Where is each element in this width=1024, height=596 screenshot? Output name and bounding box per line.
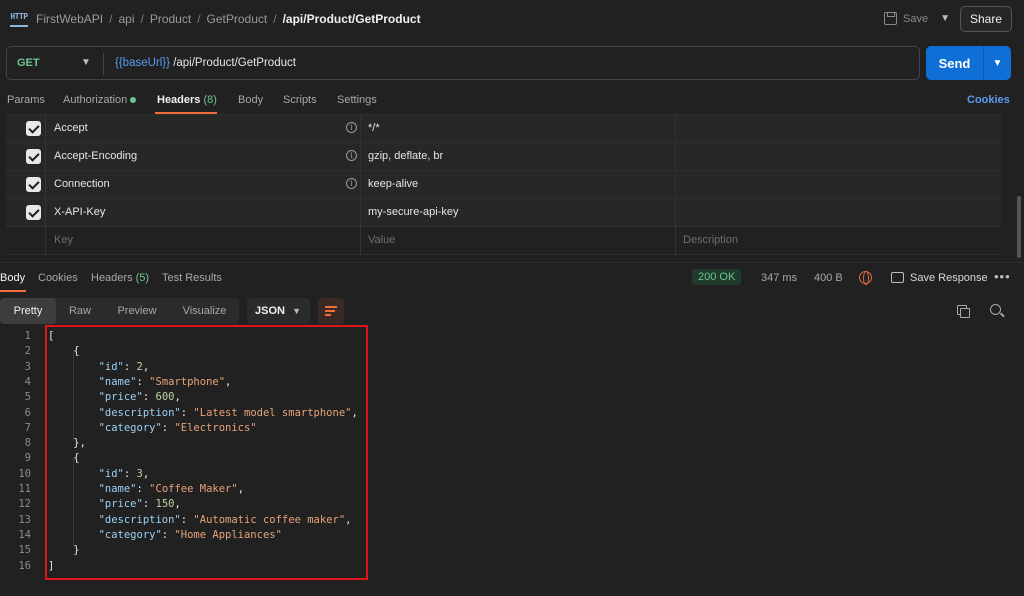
cookies-link[interactable]: Cookies bbox=[967, 94, 1010, 106]
wrap-lines-button[interactable] bbox=[318, 298, 344, 324]
header-key[interactable]: Accept-Encoding bbox=[54, 150, 137, 162]
breadcrumb-folder-getproduct[interactable]: GetProduct bbox=[207, 12, 268, 26]
save-response-icon bbox=[891, 272, 904, 283]
request-title[interactable]: /api/Product/GetProduct bbox=[283, 12, 421, 26]
send-options-chevron-icon[interactable]: ▼ bbox=[984, 58, 1011, 69]
tab-response-body[interactable]: Body bbox=[0, 272, 25, 284]
tab-preview[interactable]: Preview bbox=[104, 298, 170, 324]
save-button[interactable]: Save ▼ bbox=[884, 12, 950, 25]
save-icon bbox=[884, 12, 897, 25]
breadcrumb-folder-product[interactable]: Product bbox=[150, 12, 191, 26]
tab-params[interactable]: Params bbox=[7, 94, 45, 106]
table-row-new: Key Value Description bbox=[6, 227, 1001, 255]
table-row: Accept i */* bbox=[6, 115, 1001, 143]
format-tabs: Pretty Raw Preview Visualize bbox=[0, 298, 239, 324]
tab-headers-label: Headers bbox=[157, 94, 201, 106]
response-bar: Body Cookies Headers (5) Test Results 20… bbox=[0, 262, 1024, 292]
tab-authorization[interactable]: Authorization bbox=[63, 94, 137, 106]
send-button[interactable]: Send bbox=[926, 56, 983, 71]
url-divider bbox=[103, 53, 104, 75]
tab-headers-count: (8) bbox=[203, 94, 217, 106]
new-value-input[interactable]: Value bbox=[368, 234, 395, 246]
headers-table: Accept i */* Accept-Encoding i gzip, def… bbox=[6, 114, 1001, 255]
tab-settings[interactable]: Settings bbox=[337, 94, 377, 106]
more-options-icon[interactable]: ••• bbox=[994, 269, 1011, 284]
tab-response-cookies[interactable]: Cookies bbox=[38, 272, 78, 284]
tab-raw[interactable]: Raw bbox=[56, 298, 104, 324]
table-row: Accept-Encoding i gzip, deflate, br bbox=[6, 143, 1001, 171]
new-description-input[interactable]: Description bbox=[683, 234, 738, 246]
url-input[interactable]: {{baseUrl}} /api/Product/GetProduct bbox=[115, 57, 296, 69]
header-value[interactable]: gzip, deflate, br bbox=[368, 150, 443, 162]
language-select[interactable]: JSON ▼ bbox=[247, 298, 310, 324]
tab-visualize[interactable]: Visualize bbox=[170, 298, 239, 324]
search-icon[interactable] bbox=[990, 304, 1001, 315]
auth-status-dot bbox=[130, 97, 137, 104]
tab-body[interactable]: Body bbox=[238, 94, 263, 106]
info-icon[interactable]: i bbox=[346, 122, 357, 133]
header-enabled-checkbox[interactable] bbox=[26, 177, 41, 192]
chevron-down-icon: ▼ bbox=[292, 306, 301, 316]
save-response-button[interactable]: Save Response bbox=[910, 272, 988, 284]
tab-authorization-label: Authorization bbox=[63, 94, 128, 106]
request-tabs: Params Authorization Headers (8) Body Sc… bbox=[0, 90, 1024, 114]
chevron-down-icon[interactable]: ▼ bbox=[81, 57, 91, 68]
copy-icon[interactable] bbox=[957, 305, 970, 318]
header-enabled-checkbox[interactable] bbox=[26, 149, 41, 164]
method-select[interactable]: GET bbox=[17, 57, 40, 69]
breadcrumb-folder-api[interactable]: api bbox=[118, 12, 134, 26]
language-select-label: JSON bbox=[255, 305, 285, 317]
chevron-down-icon[interactable]: ▼ bbox=[940, 13, 950, 24]
top-bar: HTTP FirstWebAPI / api / Product / GetProduct /… bbox=[0, 0, 1024, 38]
wrap-lines-icon bbox=[325, 306, 337, 308]
scrollbar[interactable] bbox=[1017, 196, 1021, 258]
header-enabled-checkbox[interactable] bbox=[26, 205, 41, 220]
tab-scripts[interactable]: Scripts bbox=[283, 94, 317, 106]
header-value[interactable]: keep-alive bbox=[368, 178, 418, 190]
header-key[interactable]: Accept bbox=[54, 122, 88, 134]
tab-response-headers-count: (5) bbox=[135, 272, 150, 284]
breadcrumb-collection[interactable]: FirstWebAPI bbox=[36, 12, 103, 26]
header-value[interactable]: my-secure-api-key bbox=[368, 206, 458, 218]
header-enabled-checkbox[interactable] bbox=[26, 121, 41, 136]
table-row: X-API-Key my-secure-api-key bbox=[6, 199, 1001, 227]
header-key[interactable]: Connection bbox=[54, 178, 110, 190]
status-badge[interactable]: 200 OK bbox=[692, 269, 742, 285]
highlight-annotation-box bbox=[45, 325, 368, 580]
response-time[interactable]: 347 ms bbox=[761, 272, 797, 284]
new-key-input[interactable]: Key bbox=[54, 234, 73, 246]
response-size[interactable]: 400 B bbox=[814, 272, 843, 284]
url-bar: GET ▼ {{baseUrl}} /api/Product/GetProduc… bbox=[6, 46, 920, 80]
tab-pretty[interactable]: Pretty bbox=[0, 298, 56, 324]
tab-response-headers-label: Headers bbox=[91, 272, 133, 284]
tab-test-results[interactable]: Test Results bbox=[162, 272, 222, 284]
info-icon[interactable]: i bbox=[346, 178, 357, 189]
table-row: Connection i keep-alive bbox=[6, 171, 1001, 199]
breadcrumb: FirstWebAPI / api / Product / GetProduct //api/… bbox=[36, 12, 421, 26]
url-path: /api/Product/GetProduct bbox=[170, 57, 296, 69]
url-variable: {{baseUrl}} bbox=[115, 57, 170, 69]
info-icon[interactable]: i bbox=[346, 150, 357, 161]
header-key[interactable]: X-API-Key bbox=[54, 206, 105, 218]
tab-response-headers[interactable]: Headers (5) bbox=[91, 272, 149, 284]
tab-headers[interactable]: Headers (8) bbox=[157, 94, 217, 106]
network-globe-icon[interactable] bbox=[859, 271, 872, 285]
send-button-group: Send ▼ bbox=[926, 46, 1011, 80]
http-request-icon: HTTP bbox=[10, 11, 28, 27]
active-tab-underline bbox=[0, 290, 26, 292]
share-button[interactable]: Share bbox=[960, 6, 1012, 32]
save-label: Save bbox=[903, 12, 929, 25]
header-value[interactable]: */* bbox=[368, 122, 380, 134]
